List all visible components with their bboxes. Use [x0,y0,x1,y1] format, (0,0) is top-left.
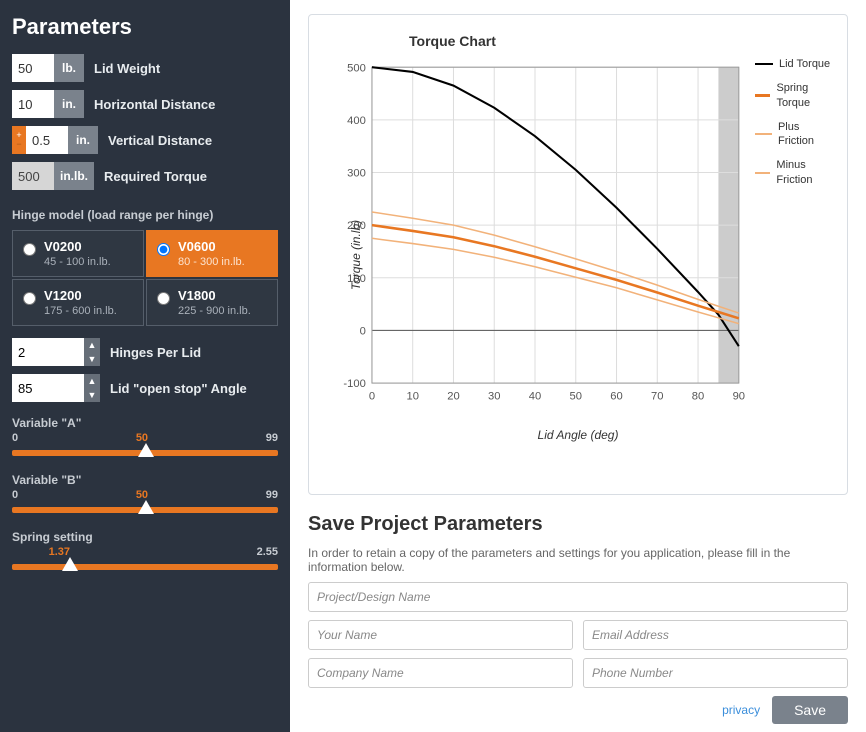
svg-text:50: 50 [570,390,582,402]
hinge-range: 225 - 900 in.lb. [178,305,251,317]
req-torque-label: Required Torque [104,169,207,184]
svg-text:70: 70 [651,390,663,402]
open-stop-up-button[interactable]: ▲ [84,374,100,388]
lid-weight-input[interactable] [12,54,54,82]
hinge-title: V0600 [178,239,245,254]
slider-var-a: Variable "A" 0 50 99 [12,416,278,459]
var-a-slider[interactable] [12,450,278,456]
chart-legend: Lid Torque Spring Torque Plus Friction Minu… [749,57,835,414]
hinge-radio-v1800[interactable] [157,292,170,305]
open-stop-input[interactable] [12,374,84,402]
spring-slider[interactable] [12,564,278,570]
param-open-stop: ▲ ▼ Lid "open stop" Angle [12,374,278,402]
hinge-range: 45 - 100 in.lb. [44,256,111,268]
hinge-option-v0200[interactable]: V0200 45 - 100 in.lb. [12,230,144,277]
legend-item: Plus Friction [755,120,835,149]
your-name-input[interactable] [308,620,573,650]
project-name-input[interactable] [308,582,848,612]
hinge-radio-v0600[interactable] [157,243,170,256]
h-distance-label: Horizontal Distance [94,97,215,112]
privacy-link[interactable]: privacy [722,703,760,717]
hinge-title: V1800 [178,288,251,303]
param-hinges-per-lid: ▲ ▼ Hinges Per Lid [12,338,278,366]
svg-text:-100: -100 [343,378,365,390]
legend-item: Spring Torque [755,81,835,110]
legend-item: Minus Friction [755,158,835,187]
svg-text:40: 40 [529,390,541,402]
var-a-max: 99 [266,432,278,444]
open-stop-down-button[interactable]: ▼ [84,388,100,402]
var-a-label: Variable "A" [12,416,278,430]
hinge-range: 175 - 600 in.lb. [44,305,117,317]
company-input[interactable] [308,658,573,688]
svg-text:20: 20 [447,390,459,402]
var-a-min: 0 [12,432,18,444]
slider-var-b: Variable "B" 0 50 99 [12,473,278,516]
hinge-radio-v0200[interactable] [23,243,36,256]
hinge-range: 80 - 300 in.lb. [178,256,245,268]
var-b-slider[interactable] [12,507,278,513]
hinge-title: V1200 [44,288,117,303]
open-stop-label: Lid "open stop" Angle [110,381,247,396]
hinge-option-v1800[interactable]: V1800 225 - 900 in.lb. [146,279,278,326]
var-b-max: 99 [266,489,278,501]
svg-text:400: 400 [347,115,366,127]
svg-text:80: 80 [692,390,704,402]
save-title: Save Project Parameters [308,513,848,536]
torque-chart: 0102030405060708090-1000100200300400500 [321,57,749,414]
param-v-distance: +− in. Vertical Distance [12,126,278,154]
svg-text:300: 300 [347,168,366,180]
svg-text:500: 500 [347,62,366,74]
save-button[interactable]: Save [772,696,848,724]
lid-weight-unit: lb. [54,54,84,82]
svg-text:10: 10 [406,390,418,402]
spring-max: 2.55 [257,546,278,558]
hinge-section-label: Hinge model (load range per hinge) [12,208,278,222]
h-distance-input[interactable] [12,90,54,118]
hinges-per-lid-up-button[interactable]: ▲ [84,338,100,352]
hinges-per-lid-down-button[interactable]: ▼ [84,352,100,366]
save-section: Save Project Parameters In order to reta… [308,513,848,724]
chart-title: Torque Chart [409,33,835,49]
hinge-title: V0200 [44,239,111,254]
req-torque-unit: in.lb. [54,162,94,190]
phone-input[interactable] [583,658,848,688]
sidebar-title: Parameters [12,14,278,40]
torque-chart-card: Torque (in.lb) Torque Chart 0 10 20 30 40 50 6… [308,14,848,495]
save-description: In order to retain a copy of the paramet… [308,546,848,574]
param-req-torque: in.lb. Required Torque [12,162,278,190]
svg-text:30: 30 [488,390,500,402]
chart-y-axis-label: Torque (in.lb) [349,219,363,289]
v-distance-input[interactable] [26,126,68,154]
h-distance-unit: in. [54,90,84,118]
hinges-per-lid-label: Hinges Per Lid [110,345,201,360]
legend-item: Lid Torque [755,57,835,71]
param-h-distance: in. Horizontal Distance [12,90,278,118]
var-b-min: 0 [12,489,18,501]
svg-text:0: 0 [360,326,366,338]
v-distance-label: Vertical Distance [108,133,212,148]
hinges-per-lid-input[interactable] [12,338,84,366]
lid-weight-label: Lid Weight [94,61,160,76]
svg-text:60: 60 [610,390,622,402]
sign-toggle-button[interactable]: +− [12,126,26,154]
hinge-model-grid: V0200 45 - 100 in.lb. V0600 80 - 300 in.… [12,230,278,326]
slider-spring: Spring setting 1.37 2.55 [12,530,278,573]
var-b-label: Variable "B" [12,473,278,487]
svg-text:90: 90 [733,390,745,402]
svg-text:0: 0 [369,390,375,402]
param-lid-weight: lb. Lid Weight [12,54,278,82]
spring-label: Spring setting [12,530,278,544]
minus-icon: − [16,140,21,149]
hinge-option-v1200[interactable]: V1200 175 - 600 in.lb. [12,279,144,326]
req-torque-output [12,162,54,190]
email-input[interactable] [583,620,848,650]
hinge-radio-v1200[interactable] [23,292,36,305]
hinge-option-v0600[interactable]: V0600 80 - 300 in.lb. [146,230,278,277]
chart-x-axis-label: Lid Angle (deg) [321,428,835,442]
v-distance-unit: in. [68,126,98,154]
